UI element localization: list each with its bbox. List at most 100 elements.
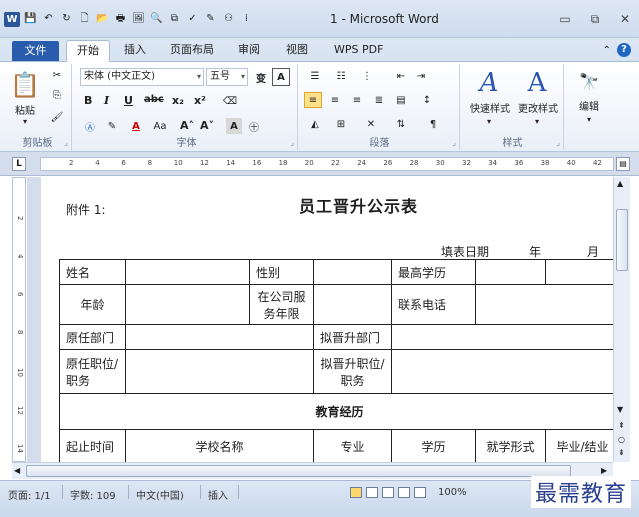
print-layout-icon[interactable]	[350, 487, 362, 498]
paragraph-launcher-icon[interactable]: ⌟	[452, 138, 456, 147]
grow-font-button[interactable]: A˄	[180, 119, 194, 132]
save-icon[interactable]: 💾	[23, 12, 38, 26]
new-pos-value-cell[interactable]	[391, 349, 613, 394]
change-case-icon[interactable]: Aa	[150, 118, 170, 134]
text-effect-icon[interactable]: Ⓐ	[82, 118, 98, 134]
name-value-cell[interactable]	[125, 259, 250, 285]
underline-button[interactable]: U	[124, 94, 133, 107]
align-left-icon[interactable]: ≡	[304, 92, 322, 108]
phonetic-guide-icon[interactable]: 变	[252, 68, 270, 86]
shading-icon[interactable]: ◭	[304, 116, 326, 132]
tab-insert[interactable]: 插入	[114, 40, 156, 62]
asian-layout-icon[interactable]: ✕	[360, 116, 382, 132]
vertical-scrollbar[interactable]: ▲ ▼ ⇞ ○ ⇟	[613, 177, 630, 462]
tab-review[interactable]: 审阅	[228, 40, 270, 62]
increase-indent-icon[interactable]: ⇥	[412, 68, 430, 84]
change-styles-button[interactable]: 更改样式	[514, 100, 562, 115]
cut-icon[interactable]: ✂	[50, 68, 64, 82]
restore-icon[interactable]: ⧉	[585, 12, 605, 27]
new-dept-value-cell[interactable]	[391, 324, 613, 350]
font-color-icon[interactable]: A	[128, 118, 144, 134]
enclose-char-icon[interactable]: ㊉	[246, 118, 262, 134]
change-styles-dropdown-icon[interactable]: ▾	[532, 116, 542, 126]
paste-button[interactable]: 粘贴	[8, 102, 42, 117]
customize-qat-icon[interactable]: ⁞	[239, 12, 254, 26]
italic-button[interactable]: I	[104, 94, 109, 107]
print-icon[interactable]: 🖶	[113, 12, 128, 26]
justify-icon[interactable]: ≣	[370, 92, 388, 108]
open-icon[interactable]: 📂	[95, 12, 110, 26]
clear-format-icon[interactable]: ⌫	[222, 94, 238, 108]
multilevel-list-icon[interactable]: ⋮	[356, 68, 378, 84]
phone-value-cell[interactable]	[475, 284, 613, 325]
highlight-icon[interactable]: ✎	[104, 118, 120, 134]
borders-icon[interactable]: ⊞	[330, 116, 352, 132]
show-marks-icon[interactable]: ¶	[424, 116, 442, 132]
strikethrough-button[interactable]: abc	[144, 94, 164, 105]
edit-icon[interactable]: ✎	[203, 12, 218, 26]
word-count[interactable]: 字数: 109	[70, 487, 116, 502]
char-shading-icon[interactable]: A	[226, 118, 242, 134]
font-name-select[interactable]: 宋体 (中文正文) ▾	[80, 68, 204, 86]
picture-icon[interactable]: 🖼	[131, 12, 146, 26]
clipboard-launcher-icon[interactable]: ⌟	[64, 138, 68, 147]
orig-dept-value-cell[interactable]	[125, 324, 314, 350]
redo-icon[interactable]: ↻	[59, 12, 74, 26]
vertical-ruler[interactable]: 2 4 6 8 10 12 14	[12, 177, 26, 462]
align-right-icon[interactable]: ≡	[348, 92, 366, 108]
bold-button[interactable]: B	[84, 94, 92, 107]
vertical-scroll-thumb[interactable]	[616, 209, 628, 271]
minimize-icon[interactable]: ▭	[555, 12, 575, 27]
table-cell[interactable]	[545, 259, 613, 285]
edu-value-cell[interactable]	[475, 259, 546, 285]
outline-icon[interactable]	[398, 487, 410, 498]
editing-button[interactable]: 编辑	[568, 98, 610, 113]
insert-mode-status[interactable]: 插入	[208, 487, 228, 502]
close-icon[interactable]: ✕	[615, 12, 635, 27]
age-value-cell[interactable]	[125, 284, 250, 325]
scroll-left-icon[interactable]: ◀	[14, 466, 20, 475]
next-page-icon[interactable]: ⇟	[618, 448, 625, 457]
bullets-icon[interactable]: ☰	[304, 68, 326, 84]
decrease-indent-icon[interactable]: ⇤	[392, 68, 410, 84]
horizontal-scrollbar[interactable]: ◀ ▶	[12, 462, 613, 479]
web-layout-icon[interactable]	[382, 487, 394, 498]
spell-icon[interactable]: ✓	[185, 12, 200, 26]
copy-icon[interactable]: ⧉	[167, 12, 182, 26]
horizontal-ruler[interactable]: 2 4 6 8 10 12 14 16 18 20 22 24 26 28 30 32 34 36 38 40 42	[40, 157, 614, 171]
word-logo-icon[interactable]: W	[4, 11, 20, 27]
superscript-button[interactable]: x²	[194, 94, 206, 107]
draft-icon[interactable]	[414, 487, 426, 498]
tab-page-layout[interactable]: 页面布局	[160, 40, 224, 62]
editing-dropdown-icon[interactable]: ▾	[584, 114, 594, 124]
quick-styles-icon[interactable]: A	[472, 68, 506, 98]
quick-styles-dropdown-icon[interactable]: ▾	[484, 116, 494, 126]
service-value-cell[interactable]	[313, 284, 392, 325]
shrink-font-button[interactable]: A˅	[200, 119, 214, 132]
sort-icon[interactable]: ⇅	[392, 116, 410, 132]
zoom-level[interactable]: 100%	[438, 487, 467, 498]
full-screen-reading-icon[interactable]	[366, 487, 378, 498]
subscript-button[interactable]: x₂	[172, 94, 184, 107]
font-size-select[interactable]: 五号 ▾	[206, 68, 248, 86]
undo-icon[interactable]: ↶	[41, 12, 56, 26]
preview-icon[interactable]: 🔍	[149, 12, 164, 26]
tab-view[interactable]: 视图	[276, 40, 318, 62]
tab-home[interactable]: 开始	[66, 40, 110, 63]
scroll-up-icon[interactable]: ▲	[617, 179, 623, 188]
scroll-right-icon[interactable]: ▶	[601, 466, 607, 475]
change-styles-icon[interactable]: A	[520, 68, 554, 98]
horizontal-scroll-thumb[interactable]	[26, 465, 571, 477]
paste-dropdown-icon[interactable]: ▾	[20, 116, 30, 126]
scroll-down-icon[interactable]: ▼	[617, 405, 623, 414]
distributed-icon[interactable]: ▤	[392, 92, 410, 108]
collapse-ribbon-icon[interactable]: ⌃	[603, 45, 611, 56]
find-icon[interactable]: 🔭	[574, 68, 604, 94]
language-status[interactable]: 中文(中国)	[136, 487, 184, 502]
paste-icon[interactable]: 📋	[10, 68, 40, 102]
orig-pos-value-cell[interactable]	[125, 349, 314, 394]
copy-format-icon[interactable]: ⎘	[50, 88, 64, 102]
prev-page-icon[interactable]: ⇞	[618, 421, 625, 430]
document-page[interactable]: 附件 1: 员工晋升公示表 填表日期 年 月 姓名 性别 最高学历 年龄 在公司	[41, 177, 613, 463]
tab-file[interactable]: 文件	[12, 41, 59, 61]
